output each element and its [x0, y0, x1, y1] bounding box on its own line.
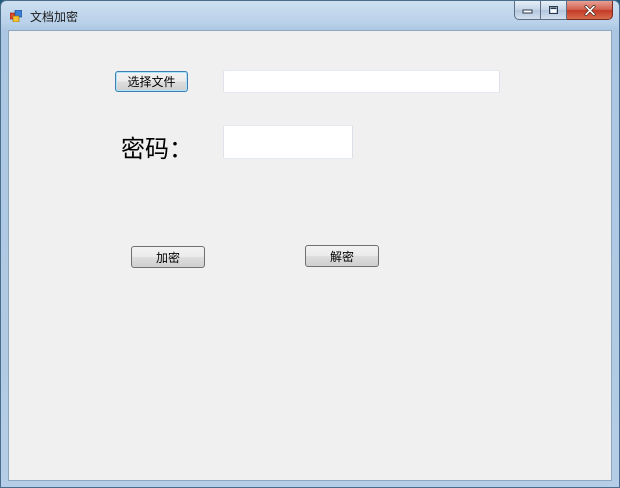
title-bar[interactable]: 文档加密	[1, 1, 619, 31]
maximize-icon	[549, 6, 558, 14]
password-field[interactable]	[223, 125, 353, 159]
password-label: 密码：	[121, 135, 193, 163]
minimize-icon	[522, 9, 533, 14]
app-icon	[10, 10, 22, 22]
app-window: 文档加密 选择文件 密码： 加密 解密	[0, 0, 620, 488]
file-path-field[interactable]	[223, 70, 500, 93]
form-client-area: 选择文件 密码： 加密 解密	[8, 30, 612, 481]
select-file-button[interactable]: 选择文件	[115, 71, 188, 92]
decrypt-button[interactable]: 解密	[305, 245, 379, 267]
window-controls	[514, 1, 613, 21]
close-icon	[584, 4, 595, 16]
encrypt-button[interactable]: 加密	[131, 246, 205, 268]
window-title: 文档加密	[30, 10, 79, 24]
maximize-button[interactable]	[541, 1, 567, 20]
close-button[interactable]	[567, 1, 613, 20]
minimize-button[interactable]	[514, 1, 541, 20]
